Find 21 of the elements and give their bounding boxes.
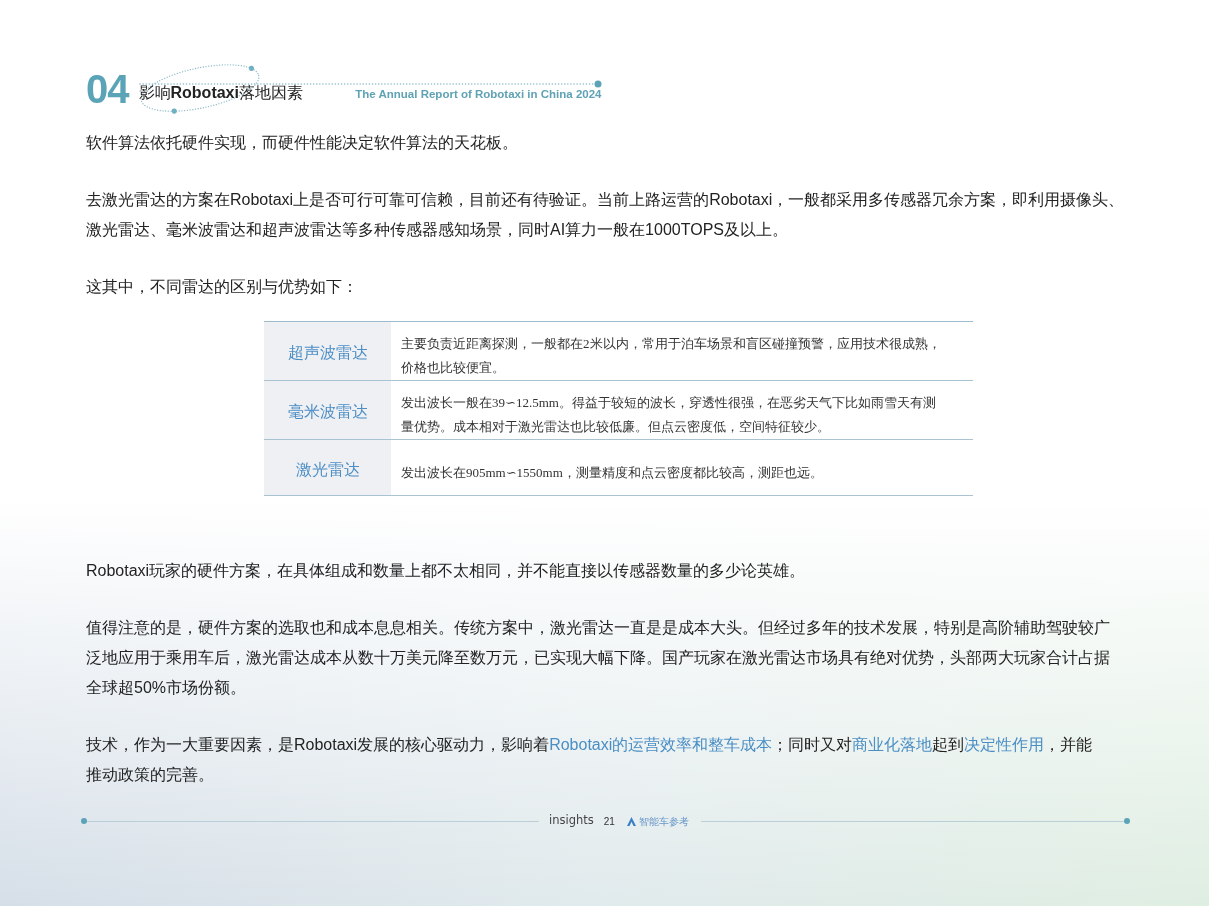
triangle-logo-icon — [626, 816, 636, 826]
table-cell-text: 发出波长一般在39∽12.5mm。得益于较短的波长，穿透性很强，在恶劣天气下比如雨雪天有测 量优势。成本相对于激光雷达也比较低廉。但点云密度低，空间特征较少。 — [400, 394, 937, 436]
paragraph: 值得注意的是，硬件方案的选取也和成本息息相关。传统方案中，激光雷达一直是是成本大头。但经过多年的技术发展，特别是高阶辅助驾驶较广 泛地应用于乘用车后，激光雷达成本从数十万美元降至数万元，已实现大幅下降。国产玩家在激光雷达市场具有绝对优势，头部两大玩家合计占据 全球超50%市场份额。 — [86, 618, 1110, 698]
table-cell-text: 主要负责近距离探测，一般都在2米以内，常用于泊车场景和盲区碰撞预警，应用技术很成熟， 价格也比较便宜。 — [400, 335, 942, 377]
paragraph: 软件算法依托硬件实现，而硬件性能决定软件算法的天花板。 — [86, 133, 518, 153]
paragraph: 这其中，不同雷达的区别与优势如下： — [86, 277, 358, 297]
table-row-header: 超声波雷达 — [264, 322, 391, 380]
paragraph: 技术，作为一大重要因素，是Robotaxi发展的核心驱动力，影响着Robotaxi的运营效率和整车成本；同时又对商业化落地起到决定性作用，并能 推动政策的完善。 — [86, 735, 1093, 785]
table-row-header: 激光雷达 — [264, 440, 391, 495]
report-subtitle: The Annual Report of Robotaxi in China 2024 — [355, 86, 602, 102]
section-number: 04 — [86, 69, 129, 109]
paragraph: 去激光雷达的方案在Robotaxi上是否可行可靠可信赖，目前还有待验证。当前上路运营的Robotaxi，一般都采用多传感器冗余方案，即利用摄像头、 激光雷达、毫米波雷达和超声波雷达等多种传感器感知场景，同时AI算力一般在1000TOPS及以上。 — [86, 190, 1125, 240]
paragraph: Robotaxi玩家的硬件方案，在具体组成和数量上都不太相同，并不能直接以传感器数量的多少论英雄。 — [86, 561, 806, 581]
table-cell-text: 发出波长在905mm∽1550mm，测量精度和点云密度都比较高，测距也远。 — [400, 463, 824, 482]
section-title: 影响Robotaxi落地因素 — [138, 83, 303, 103]
brand-name: insights — [549, 812, 594, 830]
publisher-name: 智能车参考 — [638, 814, 689, 829]
dot-icon — [1124, 818, 1130, 824]
dot-icon — [81, 818, 87, 824]
table-row-header: 毫米波雷达 — [264, 381, 391, 439]
page-number: 21 — [603, 814, 615, 829]
